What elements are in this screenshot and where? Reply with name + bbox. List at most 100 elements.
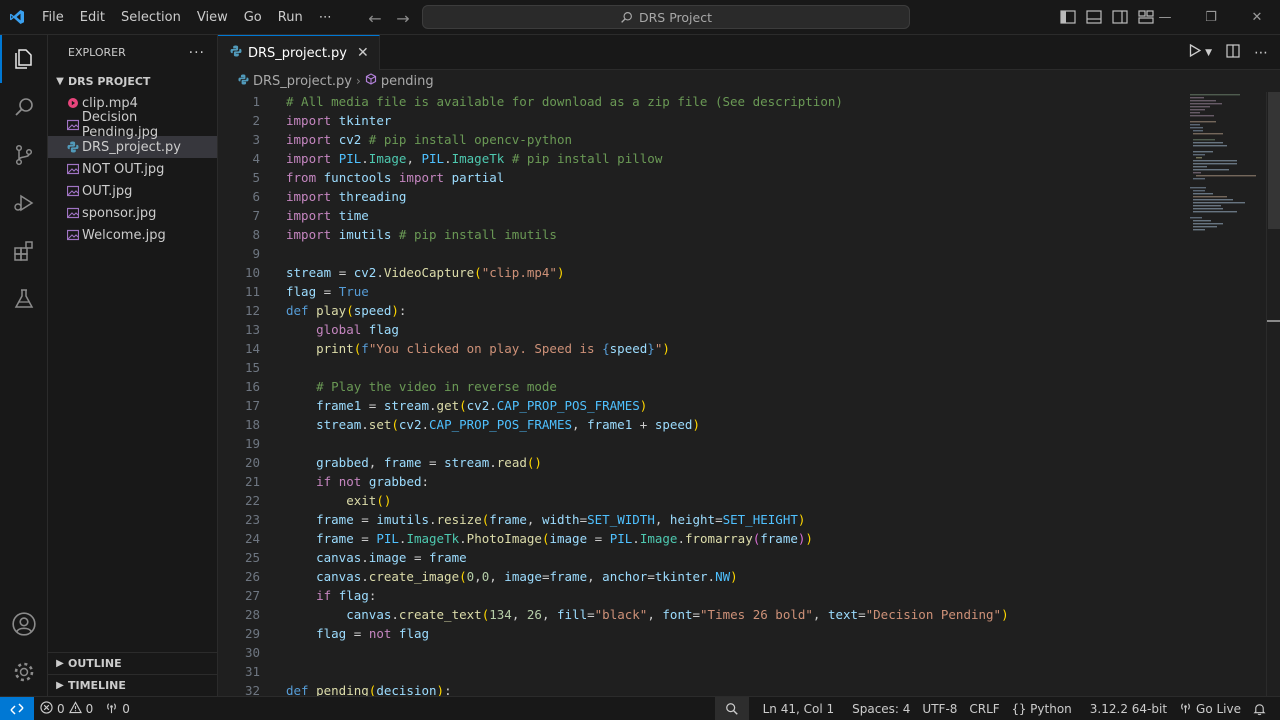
code-line[interactable]: 15 bbox=[218, 358, 1178, 377]
file-item-decision-pending-jpg[interactable]: Decision Pending.jpg bbox=[48, 110, 217, 140]
notifications-bell-icon[interactable] bbox=[1247, 697, 1272, 720]
close-tab-icon[interactable]: ✕ bbox=[357, 45, 369, 61]
run-python-file-icon[interactable] bbox=[1189, 43, 1202, 61]
breadcrumb-file[interactable]: DRS_project.py bbox=[253, 74, 352, 89]
python-interpreter[interactable]: 3.12.2 64-bit bbox=[1084, 697, 1173, 720]
code-line[interactable]: 17 frame1 = stream.get(cv2.CAP_PROP_POS_… bbox=[218, 396, 1178, 415]
line-number: 26 bbox=[244, 569, 260, 584]
minimize-icon[interactable]: — bbox=[1142, 0, 1188, 35]
ports-indicator[interactable]: 0 bbox=[99, 697, 136, 720]
code-line[interactable]: 12 def play(speed): bbox=[218, 301, 1178, 320]
code-line[interactable]: 26 canvas.create_image(0,0, image=frame,… bbox=[218, 567, 1178, 586]
file-item-out-jpg[interactable]: OUT.jpg bbox=[48, 180, 217, 202]
code-line[interactable]: 21 if not grabbed: bbox=[218, 472, 1178, 491]
code-line[interactable]: 10 stream = cv2.VideoCapture("clip.mp4") bbox=[218, 263, 1178, 282]
menu-view[interactable]: View bbox=[189, 0, 236, 35]
line-text: canvas.image = frame bbox=[316, 550, 467, 565]
end-of-line[interactable]: CRLF bbox=[963, 697, 1005, 720]
go-live-button[interactable]: Go Live bbox=[1173, 697, 1247, 720]
code-line[interactable]: 9 bbox=[218, 244, 1178, 263]
scrollbar-thumb[interactable] bbox=[1268, 92, 1280, 229]
minimap[interactable] bbox=[1190, 92, 1270, 242]
code-line[interactable]: 16 # Play the video in reverse mode bbox=[218, 377, 1178, 396]
code-line[interactable]: 8 import imutils # pip install imutils bbox=[218, 225, 1178, 244]
line-number: 16 bbox=[244, 379, 260, 394]
timeline-section-header[interactable]: ▶ TIMELINE bbox=[48, 674, 217, 696]
encoding[interactable]: UTF-8 bbox=[916, 697, 963, 720]
manage-gear-icon[interactable] bbox=[0, 648, 48, 696]
search-view-icon[interactable] bbox=[0, 83, 48, 131]
code-line[interactable]: 18 stream.set(cv2.CAP_PROP_POS_FRAMES, f… bbox=[218, 415, 1178, 434]
run-debug-icon[interactable] bbox=[0, 179, 48, 227]
project-folder-header[interactable]: ▼ DRS PROJECT bbox=[48, 70, 217, 92]
code-line[interactable]: 5 from functools import partial bbox=[218, 168, 1178, 187]
code-line[interactable]: 6 import threading bbox=[218, 187, 1178, 206]
code-line[interactable]: 20 grabbed, frame = stream.read() bbox=[218, 453, 1178, 472]
menu-more[interactable]: ⋯ bbox=[311, 0, 340, 35]
toggle-panel-icon[interactable] bbox=[1086, 7, 1102, 27]
menu-selection[interactable]: Selection bbox=[113, 0, 189, 35]
code-line[interactable]: 3 import cv2 # pip install opencv-python bbox=[218, 130, 1178, 149]
source-control-icon[interactable] bbox=[0, 131, 48, 179]
explorer-icon[interactable] bbox=[0, 35, 48, 83]
problems-indicator[interactable]: 0 0 bbox=[34, 697, 99, 720]
breadcrumb-symbol[interactable]: pending bbox=[381, 74, 434, 89]
menu-go[interactable]: Go bbox=[236, 0, 270, 35]
forward-arrow-icon[interactable]: → bbox=[392, 7, 414, 29]
file-name: clip.mp4 bbox=[82, 95, 138, 111]
command-center-search[interactable]: DRS Project bbox=[422, 5, 910, 29]
chevron-right-icon: ▶ bbox=[56, 680, 64, 691]
code-line[interactable]: 23 frame = imutils.resize(frame, width=S… bbox=[218, 510, 1178, 529]
indentation[interactable]: Spaces: 4 bbox=[846, 697, 916, 720]
editor-scrollbar[interactable] bbox=[1266, 92, 1280, 696]
code-line[interactable]: 28 canvas.create_text(134, 26, fill="bla… bbox=[218, 605, 1178, 624]
code-line[interactable]: 11 flag = True bbox=[218, 282, 1178, 301]
outline-section-header[interactable]: ▶ OUTLINE bbox=[48, 652, 217, 674]
account-icon[interactable] bbox=[0, 600, 48, 648]
split-editor-icon[interactable] bbox=[1226, 43, 1240, 62]
file-item-not-out-jpg[interactable]: NOT OUT.jpg bbox=[48, 158, 217, 180]
tab-drs-project-py[interactable]: DRS_project.py ✕ bbox=[218, 35, 380, 70]
cursor-position[interactable]: Ln 41, Col 1 bbox=[757, 697, 841, 720]
line-number: 29 bbox=[244, 626, 260, 641]
menu-file[interactable]: File bbox=[34, 0, 72, 35]
close-window-icon[interactable]: ✕ bbox=[1234, 0, 1280, 35]
code-line[interactable]: 24 frame = PIL.ImageTk.PhotoImage(image … bbox=[218, 529, 1178, 548]
code-line[interactable]: 30 bbox=[218, 643, 1178, 662]
line-number: 4 bbox=[252, 151, 260, 166]
code-line[interactable]: 25 canvas.image = frame bbox=[218, 548, 1178, 567]
toggle-primary-sidebar-icon[interactable] bbox=[1060, 7, 1076, 27]
code-line[interactable]: 31 bbox=[218, 662, 1178, 681]
line-text: print(f"You clicked on play. Speed is {s… bbox=[316, 341, 670, 356]
remote-window-icon[interactable] bbox=[0, 696, 34, 720]
code-line[interactable]: 4 import PIL.Image, PIL.ImageTk # pip ins… bbox=[218, 149, 1178, 168]
code-line[interactable]: 14 print(f"You clicked on play. Speed is… bbox=[218, 339, 1178, 358]
file-item-sponsor-jpg[interactable]: sponsor.jpg bbox=[48, 202, 217, 224]
code-line[interactable]: 1 # All media file is available for downl… bbox=[218, 92, 1178, 111]
restore-icon[interactable]: ❐ bbox=[1188, 0, 1234, 35]
code-line[interactable]: 22 exit() bbox=[218, 491, 1178, 510]
cursor-position-marker bbox=[1267, 320, 1280, 322]
line-text: import cv2 # pip install opencv-python bbox=[286, 132, 572, 147]
code-line[interactable]: 7 import time bbox=[218, 206, 1178, 225]
code-line[interactable]: 13 global flag bbox=[218, 320, 1178, 339]
code-line[interactable]: 29 flag = not flag bbox=[218, 624, 1178, 643]
explorer-more-actions[interactable]: ··· bbox=[189, 45, 205, 61]
testing-flask-icon[interactable] bbox=[0, 275, 48, 323]
language-mode[interactable]: {} Python bbox=[1006, 697, 1078, 720]
back-arrow-icon[interactable]: ← bbox=[364, 7, 386, 29]
zoom-icon[interactable] bbox=[714, 697, 749, 720]
extensions-icon[interactable] bbox=[0, 227, 48, 275]
layout-controls bbox=[1060, 7, 1154, 27]
more-actions-icon[interactable]: ⋯ bbox=[1254, 45, 1268, 61]
menu-edit[interactable]: Edit bbox=[72, 0, 113, 35]
code-line[interactable]: 2 import tkinter bbox=[218, 111, 1178, 130]
code-editor[interactable]: 1 # All media file is available for downl… bbox=[218, 92, 1178, 700]
file-item-welcome-jpg[interactable]: Welcome.jpg bbox=[48, 224, 217, 246]
menu-run[interactable]: Run bbox=[270, 0, 311, 35]
title-bar: File Edit Selection View Go Run ⋯ ← → DR… bbox=[0, 0, 1280, 35]
toggle-secondary-sidebar-icon[interactable] bbox=[1112, 7, 1128, 27]
run-dropdown-chevron-icon[interactable]: ▼ bbox=[1205, 48, 1212, 58]
code-line[interactable]: 19 bbox=[218, 434, 1178, 453]
code-line[interactable]: 27 if flag: bbox=[218, 586, 1178, 605]
